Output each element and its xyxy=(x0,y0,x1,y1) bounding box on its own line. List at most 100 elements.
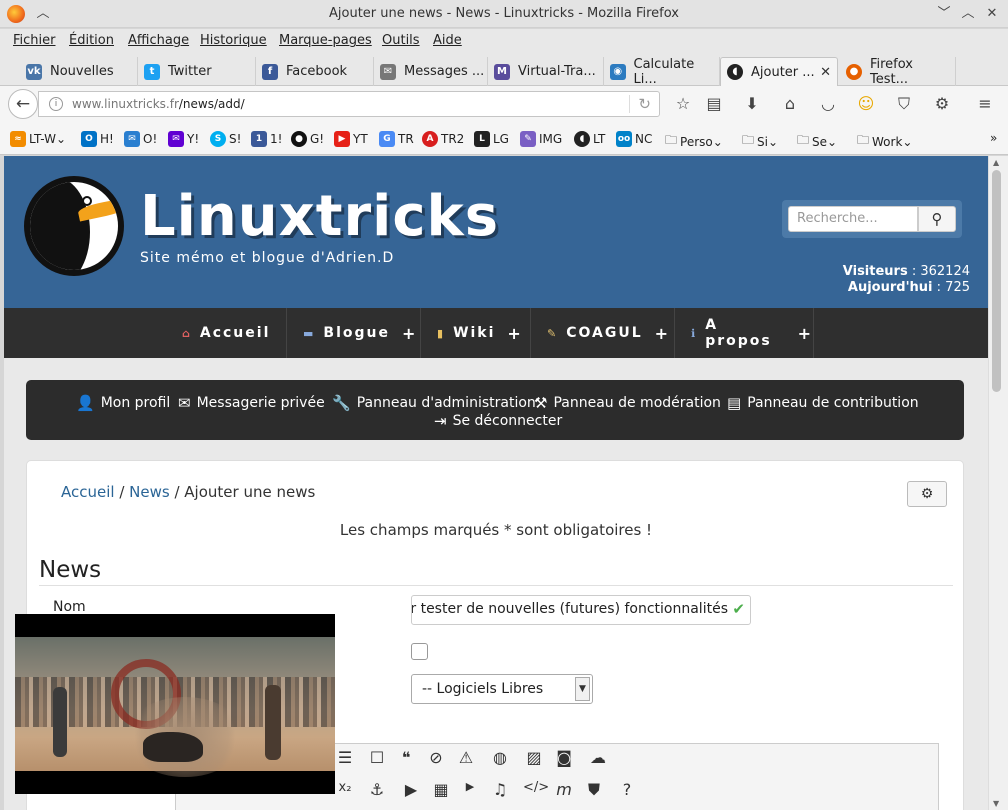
tab-nouvelles[interactable]: vk Nouvelles xyxy=(20,57,138,86)
bookmark-g[interactable]: ● G! xyxy=(291,131,324,147)
menu-historique[interactable]: Historique xyxy=(200,33,267,48)
bookmark-lt[interactable]: ◖ LT xyxy=(574,131,605,147)
help-icon[interactable]: ? xyxy=(616,780,638,799)
link-messagerie[interactable]: ✉ Messagerie privée xyxy=(178,394,325,412)
bookmark-tr[interactable]: G TR xyxy=(379,131,414,147)
dropdown-arrow-icon[interactable]: ▼ xyxy=(575,677,590,701)
site-header: Linuxtricks Site mémo et blogue d'Adrien… xyxy=(4,156,988,308)
link-mon-profil[interactable]: 👤 Mon profil xyxy=(76,394,170,412)
bookmark-lg[interactable]: L LG xyxy=(474,131,509,147)
gavel-icon: ⚒ xyxy=(534,394,548,412)
menu-aide[interactable]: Aide xyxy=(433,33,462,48)
math-icon[interactable]: m xyxy=(553,780,575,799)
home-icon[interactable]: ⌂ xyxy=(780,94,800,113)
close-tab-icon[interactable]: ✕ xyxy=(820,65,831,80)
bookmark-star-icon[interactable]: ☆ xyxy=(673,94,693,113)
title-input[interactable]: our tester de nouvelles (futures) foncti… xyxy=(411,595,751,625)
link-moderation[interactable]: ⚒ Panneau de modération xyxy=(534,394,721,412)
subscript-icon[interactable]: x₂ xyxy=(334,780,356,795)
upload-cloud-icon[interactable]: ☁ xyxy=(587,748,609,767)
menu-marque-pages[interactable]: Marque-pages xyxy=(279,33,372,48)
url-host: www.linuxtricks.fr xyxy=(72,97,179,111)
link-administration[interactable]: 🔧 Panneau d'administration xyxy=(332,394,536,412)
tab-virtual-tra[interactable]: M Virtual-Tra... xyxy=(488,57,604,86)
youtube-icon[interactable]: ▶ xyxy=(459,780,481,793)
folder-si[interactable]: 🗀 Si ⌄ xyxy=(742,131,778,152)
reading-list-icon[interactable]: ▤ xyxy=(704,94,724,113)
option-checkbox[interactable] xyxy=(411,643,428,660)
folder-perso[interactable]: 🗀 Perso ⌄ xyxy=(665,131,723,152)
music-icon[interactable]: ♫ xyxy=(489,780,511,799)
bookmark-s[interactable]: S S! xyxy=(210,131,241,147)
list-icon[interactable]: ☰ xyxy=(334,748,356,767)
html5-icon[interactable]: ⛊ xyxy=(583,780,605,800)
close-button[interactable]: ✕ xyxy=(983,5,1001,23)
page-scrollbar[interactable]: ▲ ▼ xyxy=(988,156,1008,810)
bookmark-h[interactable]: O H! xyxy=(81,131,114,147)
breadcrumb-news[interactable]: News xyxy=(129,483,170,501)
nav-coagul[interactable]: ✎ COAGUL + xyxy=(530,308,674,358)
hide-icon[interactable]: ⊘ xyxy=(425,748,447,767)
search-button[interactable]: ⚲ xyxy=(918,206,956,232)
folder-work[interactable]: 🗀 Work ⌄ xyxy=(857,131,912,152)
url-bar[interactable]: i www.linuxtricks.fr/news/add/ ↻ xyxy=(38,91,660,117)
search-input[interactable]: Recherche... xyxy=(788,206,918,232)
tab-ajouter[interactable]: ◖ Ajouter ... ✕ xyxy=(720,57,838,86)
nav-a-propos[interactable]: ℹ A propos + xyxy=(674,308,814,358)
bookmark-yt[interactable]: ▶ YT xyxy=(334,131,368,147)
site-name[interactable]: Linuxtricks xyxy=(140,184,499,249)
scrollbar-thumb[interactable] xyxy=(992,170,1001,392)
nav-wiki[interactable]: ▮ Wiki + xyxy=(420,308,530,358)
warning-icon[interactable]: ⚠ xyxy=(455,748,477,767)
bookmark-o[interactable]: ✉ O! xyxy=(124,131,157,147)
settings-button[interactable]: ⚙ xyxy=(907,481,947,507)
block-icon[interactable]: ☐ xyxy=(366,748,388,767)
code-icon[interactable]: </> xyxy=(523,780,549,795)
bookmark-nc[interactable]: oo NC xyxy=(616,131,652,147)
back-button[interactable]: ← xyxy=(8,89,38,119)
picture-in-picture-video[interactable] xyxy=(15,614,335,794)
nav-blogue[interactable]: ▬ Blogue + xyxy=(286,308,420,358)
reload-icon[interactable]: ↻ xyxy=(629,95,651,113)
bookmark-tr2[interactable]: A TR2 xyxy=(422,131,464,147)
nav-accueil[interactable]: ⌂ Accueil xyxy=(168,308,286,358)
film-icon[interactable]: ▦ xyxy=(430,780,452,799)
folder-se[interactable]: 🗀 Se ⌄ xyxy=(797,131,837,152)
image-icon[interactable]: ▨ xyxy=(523,748,545,767)
category-select[interactable]: -- Logiciels Libres ▼ xyxy=(411,674,593,704)
link-deconnecter[interactable]: ⇥ Se déconnecter xyxy=(434,412,562,430)
play-icon[interactable]: ▶ xyxy=(400,780,422,799)
breadcrumb-accueil[interactable]: Accueil xyxy=(61,483,115,501)
link-contribution[interactable]: ▤ Panneau de contribution xyxy=(727,394,919,412)
tab-twitter[interactable]: t Twitter xyxy=(138,57,256,86)
emoji-icon[interactable]: ☺ xyxy=(856,94,876,113)
anchor-icon[interactable]: ⚓ xyxy=(366,780,388,799)
hamburger-menu-icon[interactable]: ≡ xyxy=(975,94,995,113)
tux-logo-icon[interactable] xyxy=(24,176,124,276)
info-icon[interactable]: i xyxy=(49,97,63,111)
menu-edition[interactable]: Édition xyxy=(69,33,114,48)
scroll-down-icon[interactable]: ▼ xyxy=(993,799,999,808)
tab-messages[interactable]: ✉ Messages ... xyxy=(374,57,488,86)
quote-icon[interactable]: ❝ xyxy=(395,748,417,767)
pocket-icon[interactable]: ◡ xyxy=(818,94,838,113)
scroll-up-icon[interactable]: ▲ xyxy=(993,158,999,167)
bookmark-lt-w[interactable]: ≈ LT-W ⌄ xyxy=(10,131,66,147)
camera-icon[interactable]: ◙ xyxy=(553,748,575,767)
extension-icon[interactable]: ⚙ xyxy=(932,94,952,113)
tab-calculate[interactable]: ◉ Calculate Li... xyxy=(604,57,720,87)
maximize-button[interactable]: ︿ xyxy=(959,5,977,23)
tab-facebook[interactable]: f Facebook xyxy=(256,57,374,86)
download-icon[interactable]: ⬇ xyxy=(742,94,762,113)
bookmark-img[interactable]: ✎ IMG xyxy=(520,131,562,147)
tab-firefox-test[interactable]: ● Firefox Test... xyxy=(840,57,956,87)
shield-icon[interactable]: ⛉ xyxy=(894,94,914,114)
menu-fichier[interactable]: Fichier xyxy=(13,33,56,48)
menu-affichage[interactable]: Affichage xyxy=(128,33,189,48)
minimize-button[interactable]: ﹀ xyxy=(935,5,953,23)
bookmark-1[interactable]: 1 1! xyxy=(251,131,282,147)
bookmarks-overflow-icon[interactable]: » xyxy=(990,131,997,145)
globe-icon[interactable]: ◍ xyxy=(489,748,511,767)
bookmark-y[interactable]: ✉ Y! xyxy=(168,131,199,147)
menu-outils[interactable]: Outils xyxy=(382,33,420,48)
